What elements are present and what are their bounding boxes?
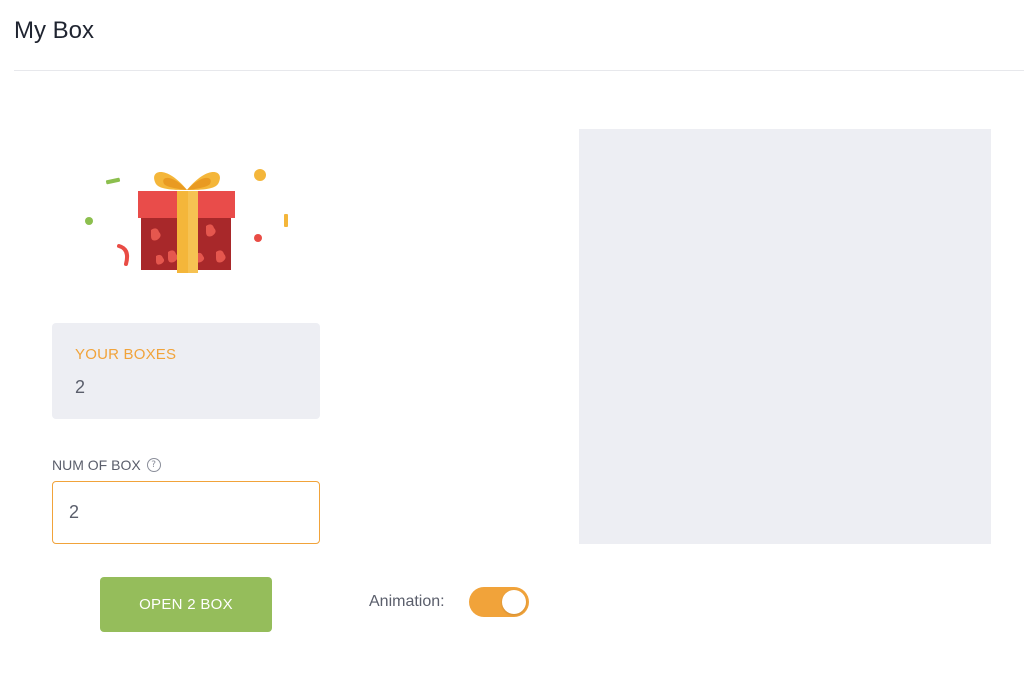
your-boxes-card: YOUR BOXES 2 xyxy=(52,323,320,419)
open-box-button[interactable]: OPEN 2 BOX xyxy=(100,577,272,632)
your-boxes-value: 2 xyxy=(75,377,86,397)
box-preview-panel xyxy=(579,129,991,544)
gift-box-icon xyxy=(85,169,288,273)
animation-label: Animation: xyxy=(369,593,445,610)
num-of-box-input[interactable] xyxy=(52,481,320,544)
num-of-box-label: NUM OF BOX xyxy=(52,457,141,473)
question-circle-icon[interactable]: ? xyxy=(146,458,161,472)
page-title: My Box xyxy=(14,17,95,44)
your-boxes-label: YOUR BOXES xyxy=(75,346,177,363)
animation-toggle[interactable] xyxy=(469,587,529,617)
my-box-page: My Box YOUR BOXES 2 NUM OF BOX ? 2 OPEN … xyxy=(0,0,1024,683)
num-of-box-label-row: NUM OF BOX ? xyxy=(52,455,161,475)
header-divider xyxy=(14,70,1024,71)
animation-toggle-knob xyxy=(502,590,526,614)
